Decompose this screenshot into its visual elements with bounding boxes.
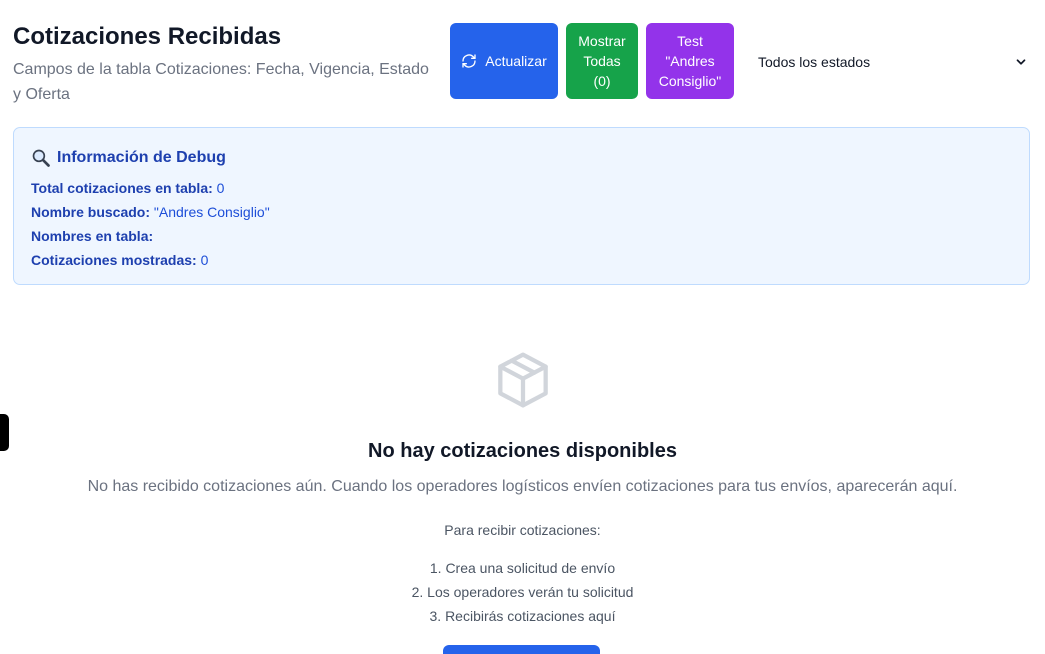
step-item: 3. Recibirás cotizaciones aquí <box>429 608 616 624</box>
steps-heading: Para recibir cotizaciones: <box>444 522 601 538</box>
status-filter-select[interactable]: Todos los estados <box>746 40 1036 84</box>
refresh-button[interactable]: Actualizar <box>450 23 558 99</box>
page: Cotizaciones Recibidas Campos de la tabl… <box>0 0 1045 654</box>
debug-row-label: Nombre buscado: <box>31 204 151 220</box>
refresh-icon <box>462 54 476 68</box>
debug-row-searched-name: Nombre buscado: "Andres Consiglio" <box>31 200 1012 224</box>
package-icon <box>497 352 548 408</box>
steps-list: 1. Crea una solicitud de envío 2. Los op… <box>0 556 1045 628</box>
debug-title: Información de Debug <box>31 146 1012 170</box>
test-label-line3: Consiglio" <box>658 73 722 89</box>
header: Cotizaciones Recibidas Campos de la tabl… <box>13 22 438 107</box>
create-request-button[interactable] <box>443 645 600 654</box>
debug-title-text: Información de Debug <box>57 149 226 166</box>
debug-panel: Información de Debug Total cotizaciones … <box>13 127 1030 285</box>
step-item: 2. Los operadores verán tu solicitud <box>411 584 634 600</box>
step-item: 1. Crea una solicitud de envío <box>429 560 616 576</box>
page-subtitle: Campos de la tabla Cotizaciones: Fecha, … <box>13 61 429 103</box>
show-all-label-line2: Todas <box>583 53 621 69</box>
debug-row-value: "Andres Consiglio" <box>153 204 270 220</box>
magnifier-icon <box>32 149 50 167</box>
show-all-button[interactable]: Mostrar Todas (0) <box>566 23 638 99</box>
show-all-count: (0) <box>593 73 611 89</box>
status-filter-value: Todos los estados <box>758 54 871 70</box>
empty-state-description: No has recibido cotizaciones aún. Cuando… <box>87 478 958 495</box>
debug-row-value: 0 <box>216 180 225 196</box>
show-all-label-line1: Mostrar <box>578 33 626 49</box>
test-user-button[interactable]: Test "Andres Consiglio" <box>646 23 734 99</box>
debug-row-names-in-table: Nombres en tabla: <box>31 224 1012 248</box>
test-label-line2: "Andres <box>665 53 715 69</box>
debug-row-label: Cotizaciones mostradas: <box>31 252 197 268</box>
empty-state: No hay cotizaciones disponibles No has r… <box>0 348 1045 628</box>
test-label-line1: Test <box>677 33 703 49</box>
empty-state-title: No hay cotizaciones disponibles <box>368 440 677 462</box>
debug-row-label: Nombres en tabla: <box>31 228 154 244</box>
debug-row-shown: Cotizaciones mostradas: 0 <box>31 248 1012 272</box>
refresh-button-label: Actualizar <box>485 53 547 69</box>
debug-row-label: Total cotizaciones en tabla: <box>31 180 213 196</box>
chevron-down-icon <box>1016 59 1026 65</box>
debug-row-total: Total cotizaciones en tabla: 0 <box>31 176 1012 200</box>
debug-row-value: 0 <box>200 252 209 268</box>
debug-rows: Total cotizaciones en tabla: 0 Nombre bu… <box>31 176 1012 272</box>
page-title: Cotizaciones Recibidas <box>13 23 282 50</box>
